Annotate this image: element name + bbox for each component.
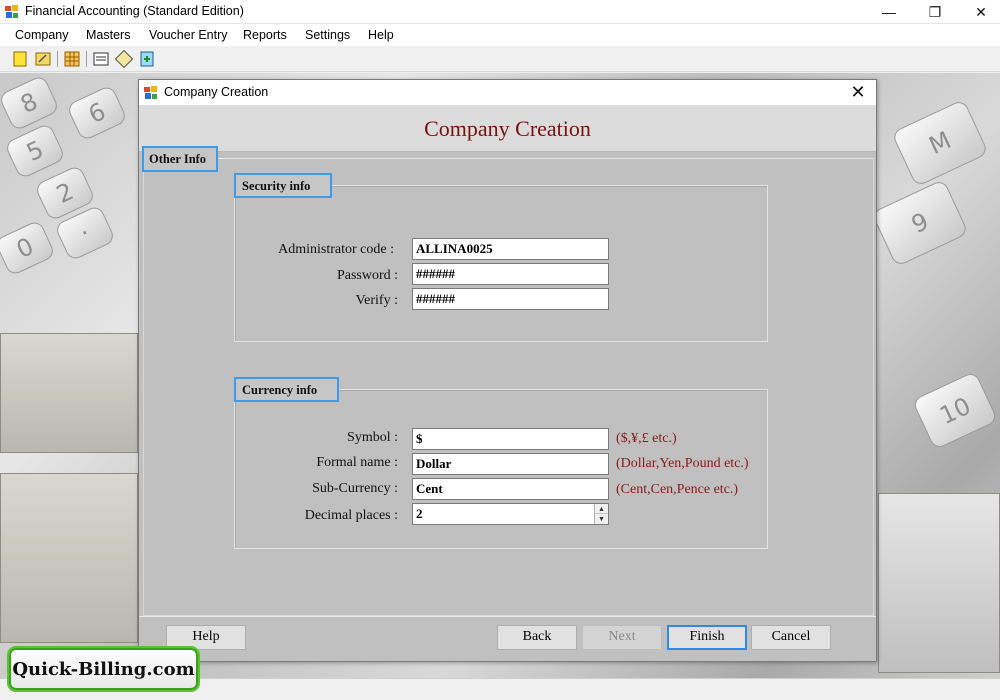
menu-help[interactable]: Help: [368, 28, 394, 42]
dialog-close-icon[interactable]: ✕: [848, 82, 868, 103]
export-icon[interactable]: [138, 50, 156, 68]
close-button[interactable]: ✕: [958, 0, 1000, 24]
toolbar: [0, 46, 1000, 72]
administrator-code-label: Administrator code :: [278, 242, 394, 257]
calculator-key-image: 6: [65, 84, 129, 142]
finish-button[interactable]: Finish: [667, 625, 747, 650]
symbol-label: Symbol :: [347, 430, 398, 445]
spin-up-icon[interactable]: ▲: [595, 504, 608, 514]
tab-other-info[interactable]: Other Info: [142, 146, 218, 172]
calculator-key-image: 10: [911, 370, 999, 451]
menu-voucher-entry[interactable]: Voucher Entry: [149, 28, 228, 42]
decimal-places-spin: ▲ ▼: [594, 504, 608, 524]
company-creation-dialog: Company Creation ✕ Company Creation Othe…: [138, 79, 877, 662]
menu-reports[interactable]: Reports: [243, 28, 287, 42]
app-icon: [5, 5, 18, 18]
symbol-hint: ($,¥,£ etc.): [616, 431, 677, 446]
menu-settings[interactable]: Settings: [305, 28, 350, 42]
dialog-footer: Help Back Next Finish Cancel: [139, 616, 876, 661]
menu-company[interactable]: Company: [15, 28, 69, 42]
maximize-button[interactable]: ❐: [912, 0, 958, 24]
dialog-title: Company Creation: [164, 85, 269, 99]
edit-icon[interactable]: [115, 50, 133, 68]
spin-down-icon[interactable]: ▼: [595, 514, 608, 524]
menu-bar: Company Masters Voucher Entry Reports Se…: [0, 24, 1000, 46]
sub-currency-hint: (Cent,Cen,Pence etc.): [616, 482, 739, 497]
calculator-key-image: M: [891, 98, 989, 188]
symbol-field[interactable]: $: [412, 428, 609, 450]
sub-currency-label: Sub-Currency :: [312, 481, 398, 496]
banknote-image: [0, 333, 138, 453]
formal-name-label: Formal name :: [316, 455, 398, 470]
formal-name-field[interactable]: Dollar: [412, 453, 609, 475]
new-company-icon[interactable]: [11, 50, 29, 68]
password-label: Password :: [336, 268, 398, 283]
administrator-code-field[interactable]: ALLINA0025: [412, 238, 609, 260]
formal-name-hint: (Dollar,Yen,Pound etc.): [616, 456, 749, 471]
app-window: Financial Accounting (Standard Edition) …: [0, 0, 1000, 700]
decimal-places-label: Decimal places :: [304, 508, 398, 523]
calculator-key-image: 0: [0, 219, 57, 277]
dialog-header: Company Creation: [139, 105, 876, 152]
title-bar: Financial Accounting (Standard Edition) …: [0, 0, 1000, 24]
dialog-title-bar: Company Creation ✕: [139, 80, 876, 105]
calculator-key-image: 5: [3, 122, 67, 180]
password-field[interactable]: ######: [412, 263, 609, 285]
cancel-button[interactable]: Cancel: [751, 625, 831, 650]
back-button[interactable]: Back: [497, 625, 577, 650]
menu-masters[interactable]: Masters: [86, 28, 130, 42]
verify-field[interactable]: ######: [412, 288, 609, 310]
decimal-places-value: 2: [416, 506, 423, 521]
brand-watermark: Quick-Billing.com: [7, 646, 200, 692]
decimal-places-stepper[interactable]: 2 ▲ ▼: [412, 503, 609, 525]
minimize-button[interactable]: —: [866, 0, 912, 24]
calendar-image: [878, 493, 1000, 673]
security-info-label: Security info: [234, 173, 332, 198]
app-title: Financial Accounting (Standard Edition): [25, 4, 244, 18]
banknote-image: [0, 473, 138, 643]
open-company-icon[interactable]: [34, 50, 52, 68]
calculator-key-image: 9: [871, 178, 969, 268]
dialog-app-icon: [144, 86, 157, 99]
currency-info-label: Currency info: [234, 377, 339, 402]
voucher-icon[interactable]: [92, 50, 110, 68]
next-button[interactable]: Next: [582, 625, 662, 650]
calculator-key-image: 8: [0, 74, 61, 132]
dialog-heading: Company Creation: [424, 116, 591, 141]
toolbar-separator: [57, 51, 58, 67]
toolbar-separator: [86, 51, 87, 67]
table-icon[interactable]: [63, 50, 81, 68]
sub-currency-field[interactable]: Cent: [412, 478, 609, 500]
verify-label: Verify :: [355, 293, 398, 308]
